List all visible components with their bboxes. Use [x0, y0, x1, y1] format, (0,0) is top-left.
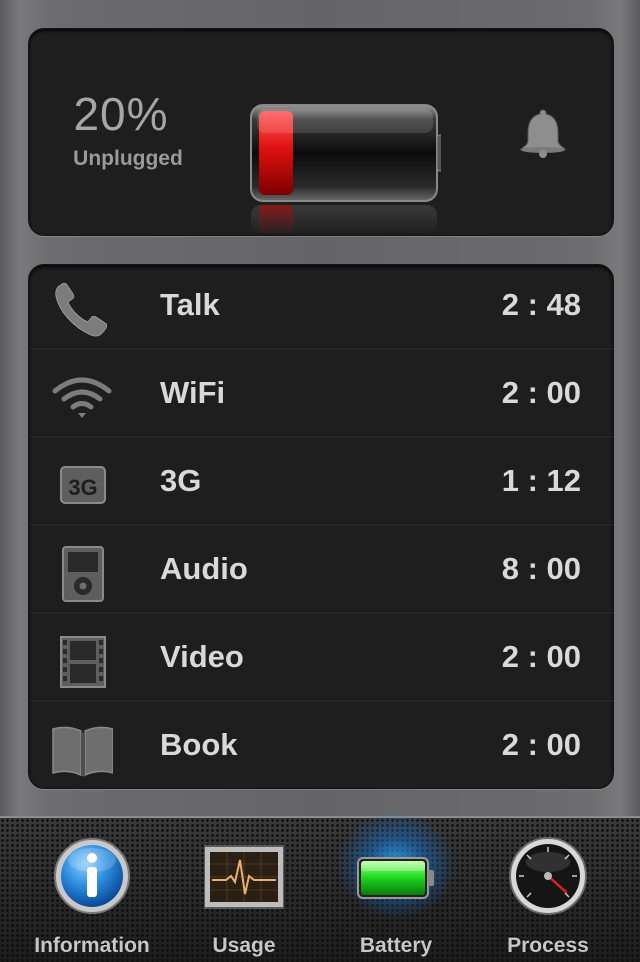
list-item-label: WiFi [160, 375, 226, 410]
battery-level-graphic [250, 104, 441, 233]
usage-monitor-icon [204, 845, 284, 909]
tab-label: Usage [212, 934, 276, 957]
list-item-talk: Talk 2 : 48 [29, 265, 613, 353]
list-item-time: 2 : 00 [501, 375, 581, 410]
3g-icon: 3G [60, 466, 106, 504]
list-item-time: 2 : 00 [501, 727, 581, 762]
list-item-3g: 3G 3G 1 : 12 [29, 441, 613, 529]
list-item-book: Book 2 : 00 [29, 705, 613, 793]
power-state-label: Unplugged [73, 147, 183, 170]
list-item-label: Video [160, 639, 244, 674]
tab-bar: Information Usage Battery Process [0, 810, 640, 962]
ipod-icon [62, 546, 104, 602]
tab-battery[interactable]: Battery [316, 810, 476, 962]
info-icon [54, 838, 130, 914]
list-item-time: 1 : 12 [501, 463, 581, 498]
speedometer-icon [509, 837, 587, 915]
list-item-audio: Audio 8 : 00 [29, 529, 613, 617]
tab-usage[interactable]: Usage [164, 818, 324, 962]
alarm-bell-icon[interactable] [515, 107, 571, 159]
film-icon [60, 636, 106, 688]
list-item-time: 2 : 00 [501, 639, 581, 674]
list-item-label: Audio [160, 551, 248, 586]
battery-icon [357, 857, 434, 899]
list-item-time: 8 : 00 [501, 551, 581, 586]
phone-icon [55, 282, 108, 337]
tab-label: Process [507, 934, 589, 957]
battery-status-panel: 20% Unplugged [28, 28, 614, 236]
tab-information[interactable]: Information [12, 818, 172, 962]
list-item-label: Talk [160, 287, 220, 322]
usage-time-list: Talk 2 : 48 WiFi 2 : 00 3G 3G 1 : 12 Aud… [28, 264, 614, 789]
list-item-label: 3G [160, 463, 202, 498]
tab-label: Information [34, 934, 150, 957]
svg-text:3G: 3G [68, 475, 97, 500]
tab-label: Battery [359, 934, 433, 957]
book-icon [52, 726, 113, 777]
list-item-video: Video 2 : 00 [29, 617, 613, 705]
list-item-label: Book [160, 727, 238, 762]
battery-percent: 20% [73, 88, 169, 140]
wifi-icon [52, 377, 112, 418]
list-item-wifi: WiFi 2 : 00 [29, 353, 613, 441]
list-item-time: 2 : 48 [501, 287, 581, 322]
tab-process[interactable]: Process [468, 818, 628, 962]
